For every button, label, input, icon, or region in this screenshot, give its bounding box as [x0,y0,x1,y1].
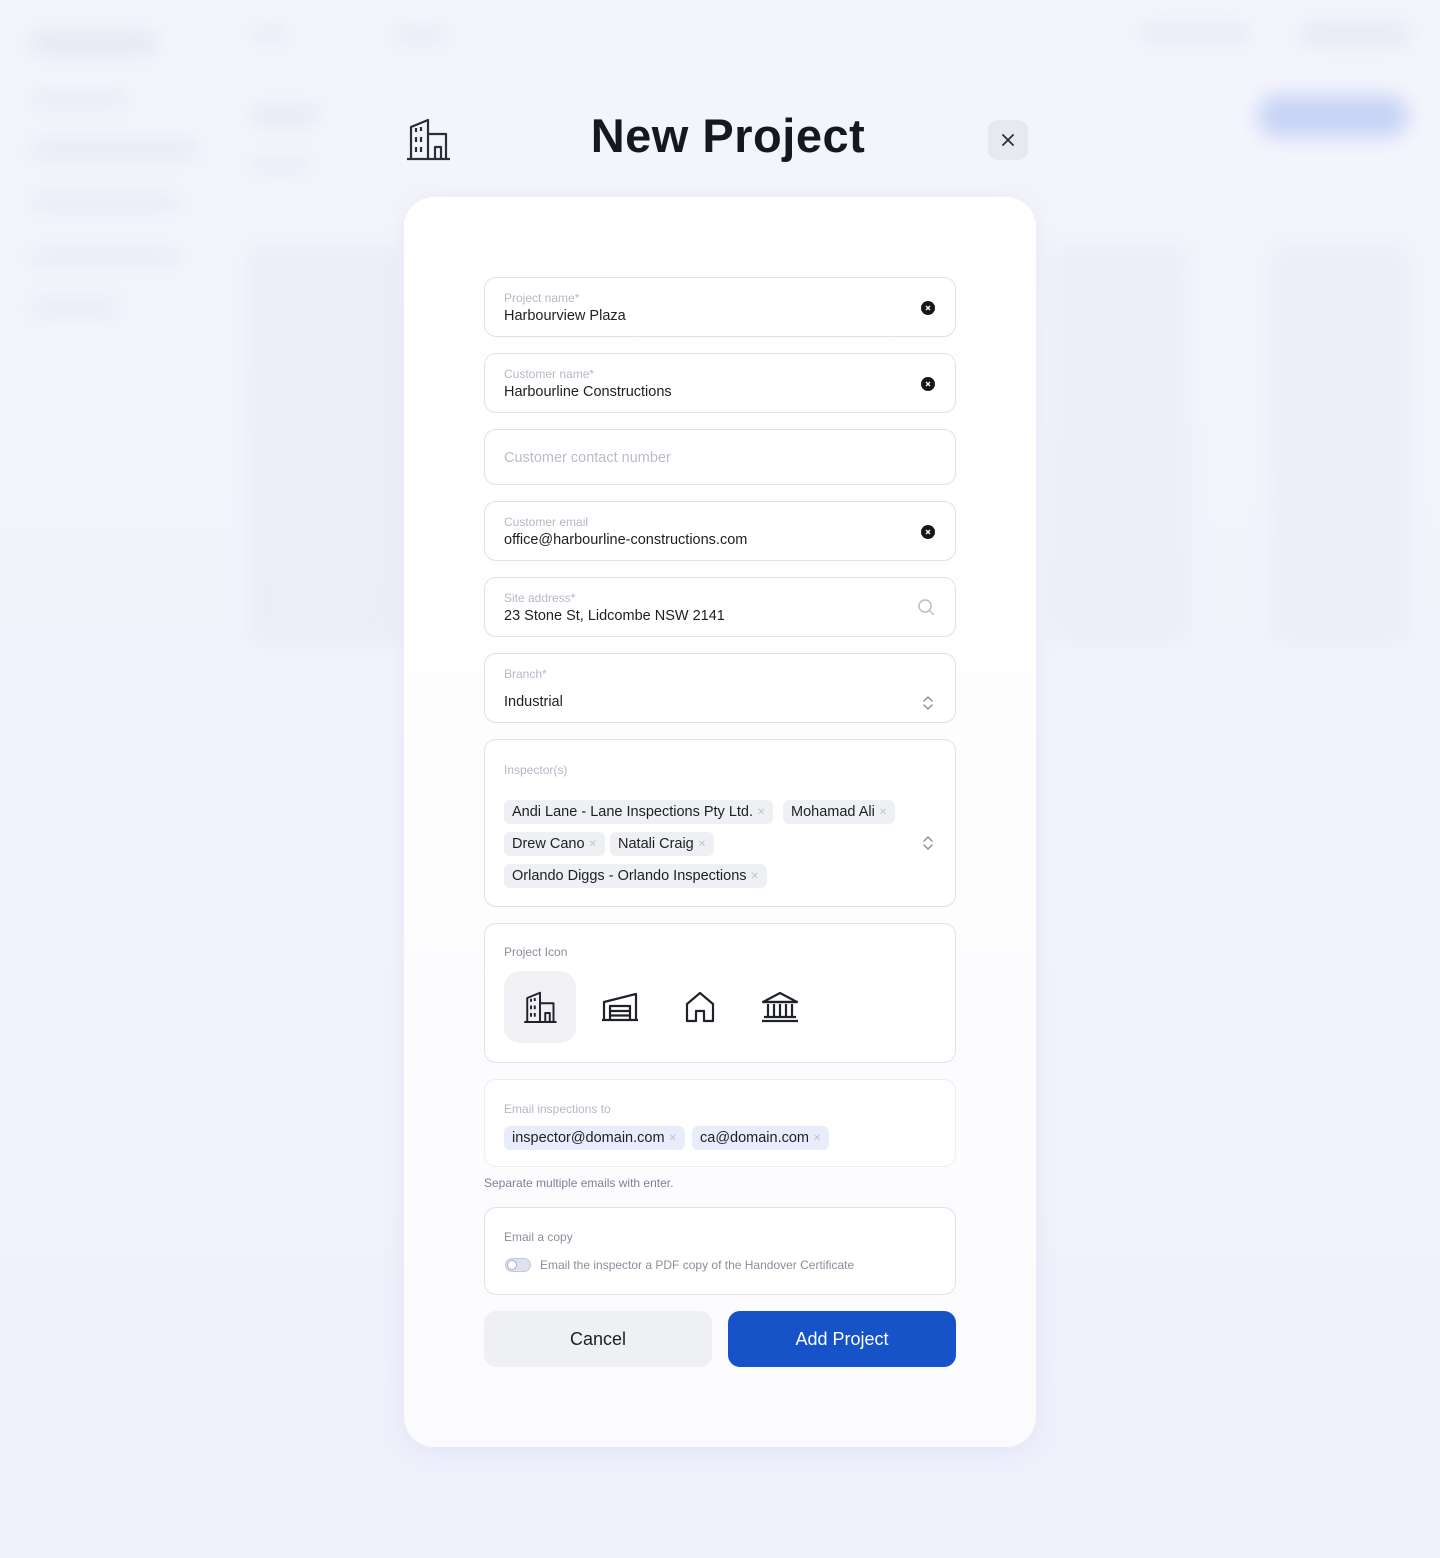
clear-icon[interactable] [921,301,935,315]
email-helper-text: Separate multiple emails with enter. [484,1176,674,1190]
project-name-field[interactable]: Project name* Harbourview Plaza [484,277,956,337]
project-name-value[interactable]: Harbourview Plaza [504,308,626,324]
email-chip: ca@domain.com ✕ [692,1126,830,1150]
office-building-icon[interactable] [504,971,576,1043]
inspector-chip: Mohamad Ali ✕ [783,800,896,824]
inspectors-multiselect[interactable]: Inspector(s) Andi Lane - Lane Inspection… [484,739,956,907]
site-address-field[interactable]: Site address* 23 Stone St, Lidcombe NSW … [484,577,956,637]
clear-icon[interactable] [921,377,935,391]
inspector-chip-label: Natali Craig [618,836,694,852]
inspector-chip: Natali Craig ✕ [610,832,715,856]
close-button[interactable] [988,120,1028,160]
bank-icon[interactable] [744,971,816,1043]
chevron-up-down-icon[interactable] [921,834,935,857]
close-icon [1002,134,1014,146]
project-icon-label: Project Icon [504,945,568,959]
chevron-up-down-icon[interactable] [921,694,935,717]
inspector-chip-label: Orlando Diggs - Orlando Inspections [512,868,747,884]
inspector-chip-label: Mohamad Ali [791,804,875,820]
customer-contact-field[interactable]: Customer contact number [484,429,956,485]
inspector-chip: Andi Lane - Lane Inspections Pty Ltd. ✕ [504,800,774,824]
remove-chip-icon[interactable]: ✕ [698,839,706,850]
remove-chip-icon[interactable]: ✕ [757,807,765,818]
email-copy-toggle-label: Email the inspector a PDF copy of the Ha… [540,1258,855,1272]
email-copy-toggle[interactable] [505,1258,531,1272]
project-icon-picker: Project Icon [484,923,956,1063]
email-copy-field: Email a copy Email the inspector a PDF c… [484,1207,956,1295]
customer-name-label: Customer name* [504,367,595,381]
clear-icon[interactable] [921,525,935,539]
remove-chip-icon[interactable]: ✕ [813,1133,821,1144]
customer-email-field[interactable]: Customer email office@harbourline-constr… [484,501,956,561]
customer-email-label: Customer email [504,515,589,529]
inspectors-label: Inspector(s) [504,763,568,777]
email-inspections-field[interactable]: Email inspections to inspector@domain.co… [484,1079,956,1167]
customer-name-field[interactable]: Customer name* Harbourline Constructions [484,353,956,413]
email-chip-label: inspector@domain.com [512,1130,665,1146]
inspector-chip-label: Andi Lane - Lane Inspections Pty Ltd. [512,804,754,820]
email-copy-label: Email a copy [504,1230,573,1244]
warehouse-icon[interactable] [584,971,656,1043]
branch-value[interactable]: Industrial [504,694,563,710]
email-chip: inspector@domain.com ✕ [504,1126,685,1150]
toggle-knob [507,1260,517,1270]
site-address-value[interactable]: 23 Stone St, Lidcombe NSW 2141 [504,608,725,624]
remove-chip-icon[interactable]: ✕ [669,1133,677,1144]
site-address-label: Site address* [504,591,576,605]
inspector-chip: Orlando Diggs - Orlando Inspections ✕ [504,864,767,888]
customer-contact-placeholder[interactable]: Customer contact number [504,450,671,466]
modal-title: New Project [590,109,866,162]
project-name-label: Project name* [504,291,580,305]
remove-chip-icon[interactable]: ✕ [879,807,887,818]
email-chip-label: ca@domain.com [700,1130,810,1146]
search-icon[interactable] [917,598,935,621]
add-project-button[interactable]: Add Project [728,1311,956,1367]
inspector-chip: Drew Cano ✕ [504,832,605,856]
branch-label: Branch* [504,667,547,681]
email-inspections-label: Email inspections to [504,1102,611,1116]
cancel-button[interactable]: Cancel [484,1311,712,1367]
house-icon[interactable] [664,971,736,1043]
customer-email-value[interactable]: office@harbourline-constructions.com [504,532,747,548]
remove-chip-icon[interactable]: ✕ [589,839,597,850]
office-building-icon [404,117,452,161]
inspector-chip-label: Drew Cano [512,836,585,852]
customer-name-value[interactable]: Harbourline Constructions [504,384,672,400]
branch-select[interactable]: Branch* Industrial [484,653,956,723]
remove-chip-icon[interactable]: ✕ [751,871,759,882]
